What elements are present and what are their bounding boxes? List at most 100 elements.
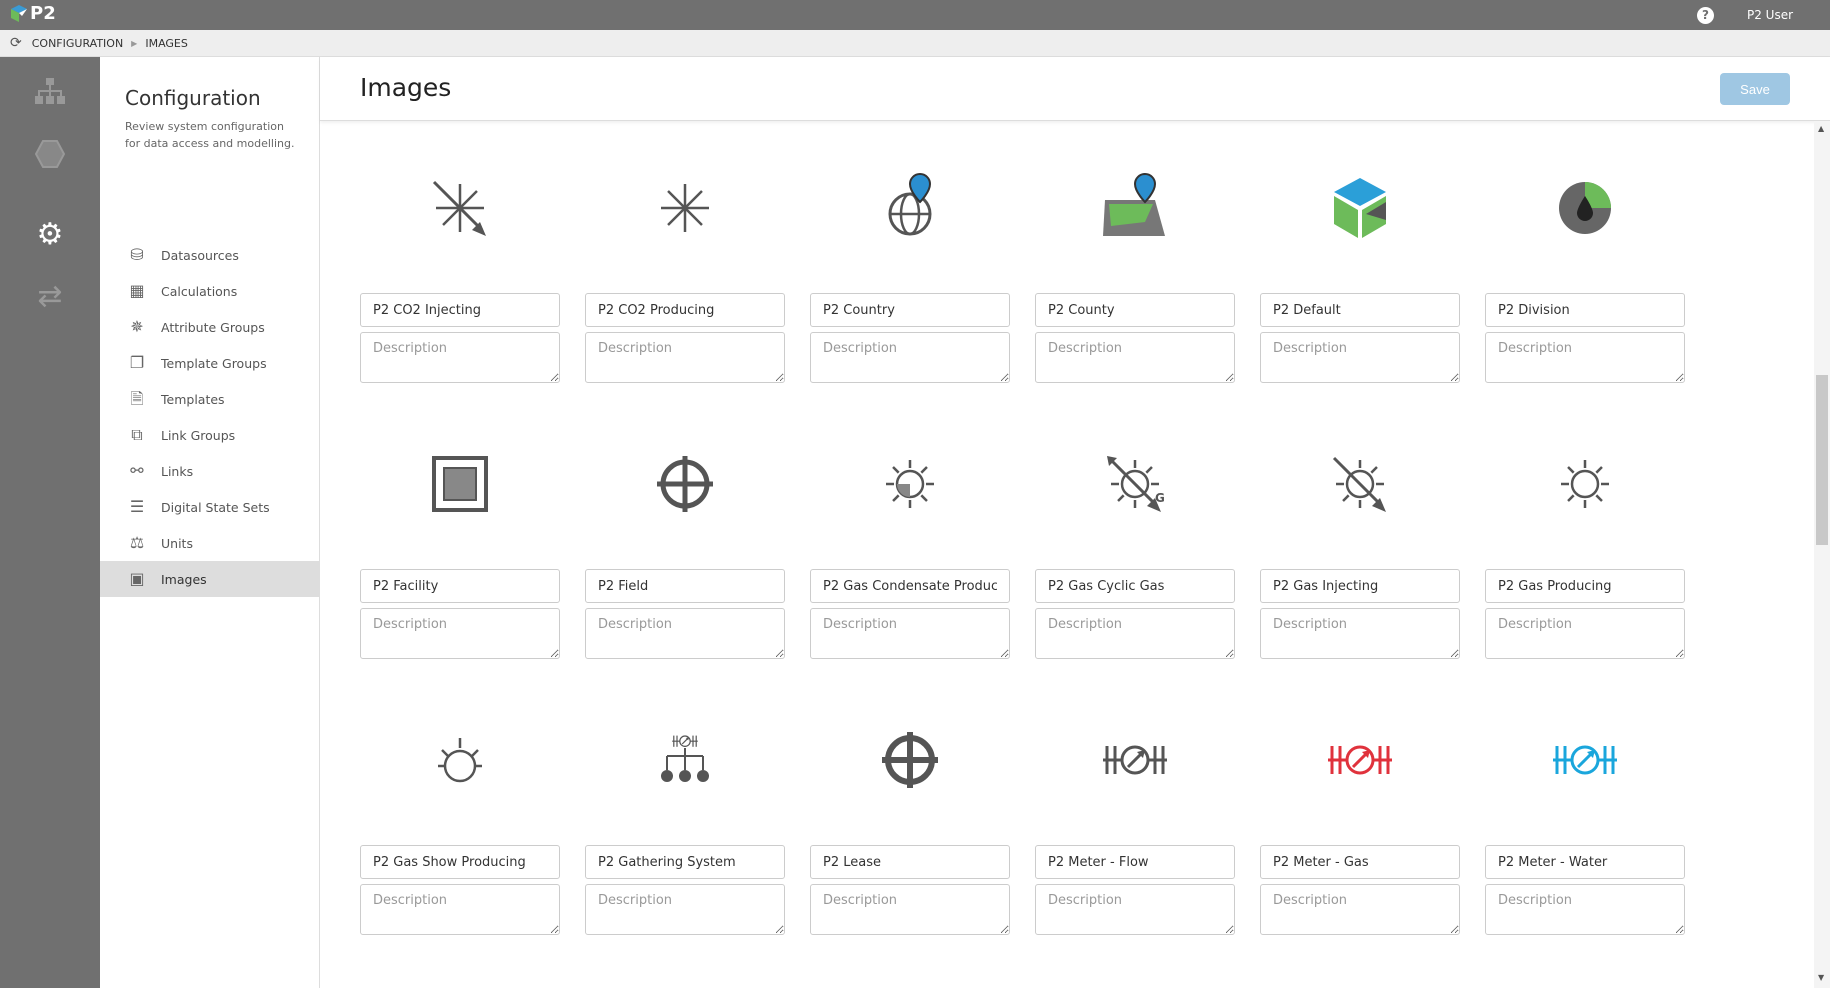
image-card	[1260, 702, 1460, 942]
scrollbar[interactable]: ▲ ▼	[1814, 121, 1830, 988]
image-name-input[interactable]	[1260, 293, 1460, 327]
image-card	[1260, 150, 1460, 390]
sidebar-item-label: Units	[161, 535, 193, 551]
image-description-input[interactable]	[810, 332, 1010, 383]
sidebar-item-digital-state-sets[interactable]: ☰ Digital State Sets	[100, 489, 319, 525]
sidebar-item-link-groups[interactable]: ⧉ Link Groups	[100, 417, 319, 453]
help-icon[interactable]: ?	[1697, 7, 1714, 24]
sidebar-item-template-groups[interactable]: ❐ Template Groups	[100, 345, 319, 381]
image-name-input[interactable]	[1035, 293, 1235, 327]
image-icon: ▣	[129, 569, 145, 588]
hierarchy-icon[interactable]	[30, 77, 70, 117]
image-description-input[interactable]	[585, 608, 785, 659]
template-groups-icon: ❐	[129, 353, 145, 372]
image-card	[810, 702, 1010, 942]
image-description-input[interactable]	[1485, 332, 1685, 383]
image-description-input[interactable]	[585, 332, 785, 383]
scrollbar-thumb[interactable]	[1816, 375, 1828, 545]
image-card	[1260, 426, 1460, 666]
gas-injecting-icon[interactable]	[1320, 446, 1400, 522]
sidebar-item-calculations[interactable]: ▦ Calculations	[100, 273, 319, 309]
sidebar-item-units[interactable]: ⚖ Units	[100, 525, 319, 561]
sidebar-item-label: Datasources	[161, 247, 239, 263]
user-menu[interactable]: P2 User	[1747, 8, 1793, 22]
image-name-input[interactable]	[360, 845, 560, 879]
image-name-input[interactable]	[810, 569, 1010, 603]
meter-flow-icon[interactable]	[1095, 722, 1175, 798]
sidebar-item-label: Images	[161, 571, 207, 587]
database-icon: ⛁	[130, 245, 144, 264]
gathering-icon[interactable]	[645, 722, 725, 798]
image-description-input[interactable]	[1035, 608, 1235, 659]
image-card	[1485, 150, 1685, 390]
breadcrumb-separator-icon: ▶	[131, 38, 138, 48]
image-name-input[interactable]	[585, 293, 785, 327]
swap-arrows-icon[interactable]: ⇄	[30, 277, 70, 317]
field-icon[interactable]	[645, 446, 725, 522]
sidebar-item-links[interactable]: ⚯ Links	[100, 453, 319, 489]
image-name-input[interactable]	[810, 845, 1010, 879]
division-icon[interactable]	[1545, 170, 1625, 246]
meter-gas-icon[interactable]	[1320, 722, 1400, 798]
county-icon[interactable]	[1095, 170, 1175, 246]
sidebar-item-datasources[interactable]: ⛁ Datasources	[100, 237, 319, 273]
image-name-input[interactable]	[360, 569, 560, 603]
image-description-input[interactable]	[1035, 884, 1235, 935]
image-name-input[interactable]	[1260, 569, 1460, 603]
calculator-icon: ▦	[129, 281, 145, 300]
p2-logo[interactable]: P2	[10, 3, 56, 24]
gas-producing-icon[interactable]	[1545, 446, 1625, 522]
image-description-input[interactable]	[1260, 608, 1460, 659]
image-description-input[interactable]	[585, 884, 785, 935]
image-card	[585, 426, 785, 666]
image-card	[1485, 426, 1685, 666]
scroll-down-icon[interactable]: ▼	[1818, 973, 1824, 982]
image-description-input[interactable]	[360, 332, 560, 383]
lease-icon[interactable]	[870, 722, 950, 798]
image-name-input[interactable]	[585, 845, 785, 879]
image-description-input[interactable]	[1260, 884, 1460, 935]
image-name-input[interactable]	[585, 569, 785, 603]
image-card: G	[1035, 426, 1235, 666]
image-name-input[interactable]	[1260, 845, 1460, 879]
gas-show-icon[interactable]	[420, 722, 500, 798]
country-icon[interactable]	[870, 170, 950, 246]
image-name-input[interactable]	[1485, 293, 1685, 327]
image-name-input[interactable]	[810, 293, 1010, 327]
facility-icon[interactable]	[420, 446, 500, 522]
breadcrumb-configuration[interactable]: CONFIGURATION	[32, 37, 123, 50]
default-icon[interactable]	[1320, 170, 1400, 246]
image-card	[1035, 702, 1235, 942]
save-button[interactable]: Save	[1720, 73, 1790, 105]
sidebar-title: Configuration	[125, 86, 261, 110]
image-description-input[interactable]	[810, 608, 1010, 659]
meter-water-icon[interactable]	[1545, 722, 1625, 798]
image-card	[810, 426, 1010, 666]
scroll-up-icon[interactable]: ▲	[1818, 124, 1824, 133]
sidebar-item-label: Calculations	[161, 283, 238, 299]
image-name-input[interactable]	[1485, 845, 1685, 879]
image-description-input[interactable]	[1485, 884, 1685, 935]
image-description-input[interactable]	[1035, 332, 1235, 383]
sidebar-item-images[interactable]: ▣ Images	[100, 561, 319, 597]
co2-injecting-icon[interactable]	[420, 170, 500, 246]
image-description-input[interactable]	[810, 884, 1010, 935]
sidebar-item-templates[interactable]: 🗎 Templates	[100, 381, 319, 417]
gas-condensate-icon[interactable]	[870, 446, 950, 522]
image-description-input[interactable]	[1260, 332, 1460, 383]
hexagon-icon[interactable]	[30, 139, 70, 179]
image-card	[360, 702, 560, 942]
co2-producing-icon[interactable]	[645, 170, 725, 246]
image-name-input[interactable]	[1485, 569, 1685, 603]
gear-icon[interactable]: ⚙	[30, 215, 70, 255]
gas-cyclic-icon[interactable]: G	[1095, 446, 1175, 522]
image-description-input[interactable]	[360, 608, 560, 659]
image-name-input[interactable]	[1035, 569, 1235, 603]
image-description-input[interactable]	[360, 884, 560, 935]
image-name-input[interactable]	[360, 293, 560, 327]
refresh-icon[interactable]: ⟳	[10, 35, 22, 51]
sidebar-item-attribute-groups[interactable]: ✵ Attribute Groups	[100, 309, 319, 345]
image-description-input[interactable]	[1485, 608, 1685, 659]
image-card	[810, 150, 1010, 390]
image-name-input[interactable]	[1035, 845, 1235, 879]
